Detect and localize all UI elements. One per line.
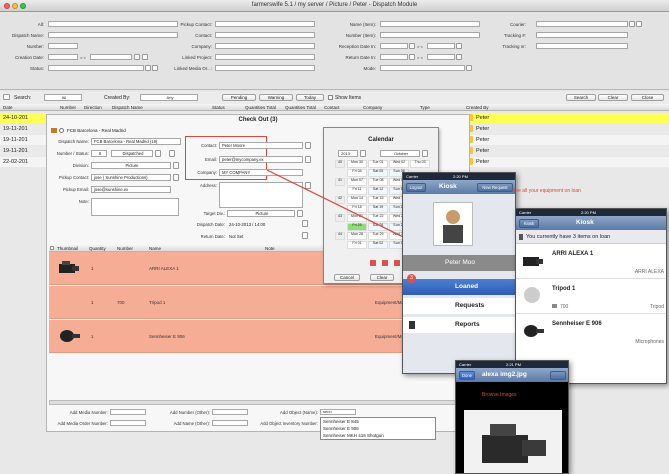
logout-button[interactable]: Logout <box>406 183 426 192</box>
barcode-icon <box>552 304 557 308</box>
clock-label: 2:20 PM <box>581 210 596 215</box>
image-viewer-phone: Carrier 2:21 PM Done alexa img2.jpg Brows… <box>455 360 569 474</box>
clock-label: 2:21 PM <box>506 362 521 367</box>
status-bar: Carrier 2:20 PM <box>403 173 515 180</box>
loan-list-item[interactable]: Tripod 1 700 Tripod <box>516 280 666 314</box>
status-bar: Carrier 2:20 PM <box>516 209 666 216</box>
avatar-icon <box>443 210 463 243</box>
loan-item-name: Sennheiser E 906 <box>552 321 602 327</box>
info-icon <box>519 234 523 240</box>
status-bar: Carrier 2:21 PM <box>456 361 568 368</box>
loan-count-badge: 3 <box>407 274 416 283</box>
user-name-banner: Peter Moo <box>403 255 515 271</box>
app-window: farmerswife 5.1 / my server / Picture / … <box>0 0 669 474</box>
loan-banner: You currently have 3 items on loan <box>516 230 666 244</box>
image-area: Browse Images <box>456 382 568 473</box>
loan-item-category: ARRI ALEXA <box>634 269 664 275</box>
carrier-label: Carrier <box>459 362 472 367</box>
camera-image <box>482 424 546 463</box>
kiosk-home-phone: Carrier 2:20 PM Logout Kiosk New Request … <box>402 172 516 374</box>
kiosk-loan-phone: Carrier 2:20 PM Kiosk Kiosk You currently… <box>515 208 667 384</box>
back-button[interactable]: Kiosk <box>519 219 539 228</box>
share-button[interactable] <box>550 371 566 380</box>
nav-title: Kiosk <box>439 183 457 190</box>
carrier-label: Carrier <box>519 210 532 215</box>
loan-item-category: Microphones <box>635 339 664 345</box>
loan-item-name: Tripod 1 <box>552 286 576 292</box>
clock-label: 2:20 PM <box>453 174 468 179</box>
loan-banner-text: You currently have 3 items on loan <box>526 234 611 240</box>
camera-photo <box>464 410 562 473</box>
camera-icon <box>523 257 543 266</box>
loan-item-number: 700 <box>560 304 569 310</box>
avatar <box>433 202 473 246</box>
loan-list-item[interactable]: Sennheiser E 906 Microphones <box>516 315 666 349</box>
browse-images-label: Browse Images <box>482 392 517 398</box>
nav-title: alexa img2.jpg <box>482 371 527 378</box>
kiosk-body: Peter Moo Loaned 3 Requests Reports <box>403 194 515 373</box>
requests-menu-item[interactable]: Requests <box>403 298 515 314</box>
callout-text: See all your equipment on loan <box>512 188 581 194</box>
nav-bar: Kiosk Kiosk <box>516 216 666 230</box>
loan-list-item[interactable]: ARRI ALEXA 1 ARRI ALEXA <box>516 245 666 279</box>
loan-item-name: ARRI ALEXA 1 <box>552 251 594 257</box>
reports-icon <box>409 321 415 329</box>
loaned-menu-item[interactable]: Loaned <box>403 279 515 295</box>
nav-title: Kiosk <box>576 219 594 226</box>
reports-menu-item[interactable]: Reports <box>403 317 515 333</box>
loan-item-category: Tripod <box>650 304 664 310</box>
placeholder-image-icon <box>524 287 540 303</box>
done-button[interactable]: Done <box>459 371 475 380</box>
new-request-button[interactable]: New Request <box>477 183 513 192</box>
nav-bar: Done alexa img2.jpg <box>456 368 568 382</box>
carrier-label: Carrier <box>406 174 419 179</box>
nav-bar: Logout Kiosk New Request <box>403 180 515 194</box>
microphone-icon <box>524 325 544 337</box>
